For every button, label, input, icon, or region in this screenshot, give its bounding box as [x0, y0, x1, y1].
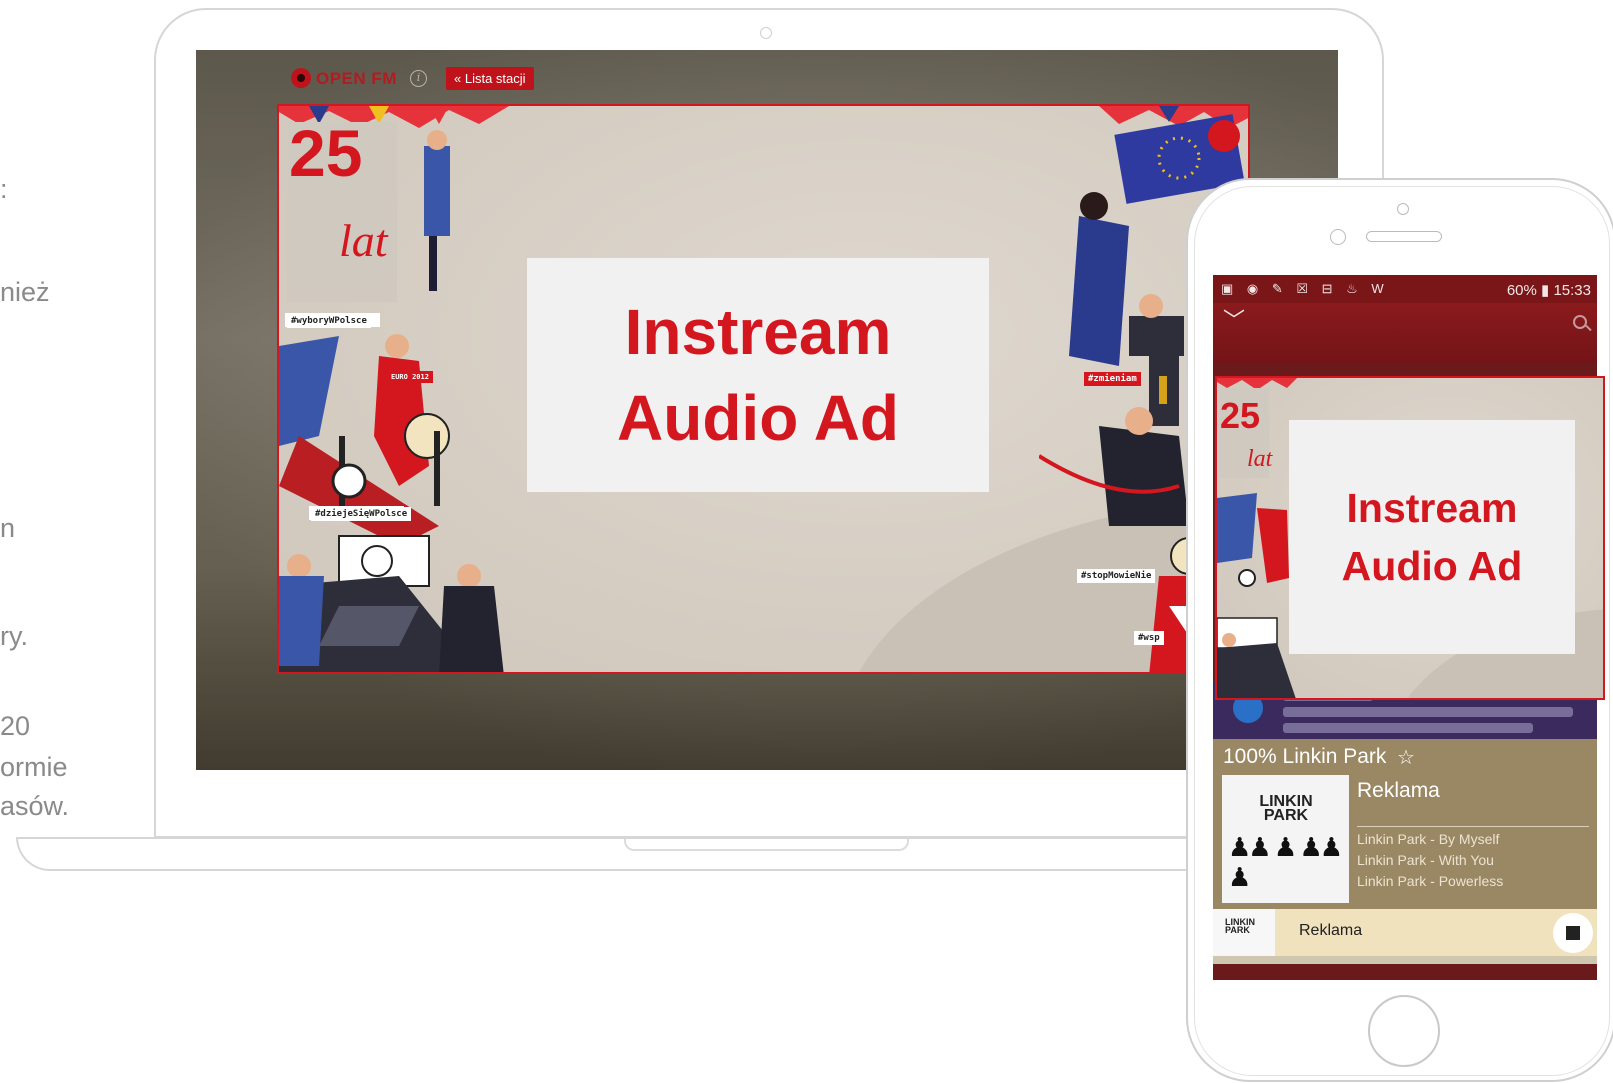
info-icon[interactable]: i	[410, 70, 427, 87]
hashtag-stop: #stopMowieNie	[1077, 569, 1156, 583]
divider	[1357, 826, 1589, 827]
ad-title-line-2: Audio Ad	[617, 382, 899, 454]
openfm-logo-icon[interactable]	[291, 68, 311, 88]
mini-player-title: Reklama	[1299, 922, 1363, 939]
mini-logo: LINKIN PARK	[1225, 917, 1255, 935]
station-list-button[interactable]: « Lista stacji	[446, 67, 534, 90]
hashtag-wsp: #wsp	[1134, 631, 1164, 645]
ad-title-line-1: Instream	[1346, 485, 1518, 531]
side-text-line-7: asów.	[0, 791, 70, 821]
album-silhouettes: ♟♟ ♟ ♟♟ ♟	[1228, 833, 1343, 893]
ad-title-line-2: Audio Ad	[1341, 543, 1523, 589]
hashtag-dzieje: #dziejeSięWPolsce	[311, 507, 412, 521]
track-item[interactable]: Linkin Park - Powerless	[1357, 873, 1503, 889]
collapse-chevron-icon[interactable]: ﹀	[1223, 311, 1245, 335]
mobile-ad-banner[interactable]: 25 lat Instream Audio Ad	[1215, 376, 1605, 700]
side-text-line-5: 20	[0, 711, 31, 741]
blur-line	[1283, 707, 1573, 717]
euro-badge: EURO 2012	[387, 371, 433, 383]
favorite-star-icon[interactable]: ☆	[1397, 745, 1415, 769]
phone-speaker	[1366, 231, 1442, 242]
ad-text-panel: Instream Audio Ad	[1289, 420, 1575, 654]
desktop-ad-banner[interactable]: 25 lat #wyboryWPolsce EURO 2012 #dziejeS…	[277, 104, 1250, 674]
track-item[interactable]: Linkin Park - With You	[1357, 852, 1494, 868]
side-text-line-3: n	[0, 513, 16, 543]
illustration-mobile: 25 lat	[1217, 378, 1297, 698]
station-panel: 100% Linkin Park ☆ LINKIN PARK ♟♟ ♟ ♟♟ ♟…	[1213, 739, 1597, 909]
illustration-left: 25 lat	[279, 106, 509, 672]
svg-text:lat: lat	[1247, 446, 1274, 472]
android-status-bar: ▣ ◉ ✎ ☒ ⊟ ♨ W 60% ▮ 15:33	[1213, 275, 1597, 303]
station-title[interactable]: 100% Linkin Park	[1223, 745, 1386, 769]
side-text-line-1: :	[0, 174, 8, 204]
phone-home-button[interactable]	[1368, 995, 1440, 1067]
laptop-camera	[760, 27, 772, 39]
phone-camera	[1397, 203, 1409, 215]
status-icons: ▣ ◉ ✎ ☒ ⊟ ♨ W	[1221, 281, 1389, 296]
hashtag-zmieniam: #zmieniam	[1084, 372, 1141, 386]
album-cover: LINKIN PARK ♟♟ ♟ ♟♟ ♟	[1222, 775, 1349, 903]
svg-text:25: 25	[289, 116, 362, 190]
album-logo: LINKIN PARK	[1259, 793, 1313, 824]
blur-line	[1283, 723, 1533, 733]
mini-thumbnail: LINKIN PARK	[1213, 909, 1275, 956]
mini-player[interactable]: LINKIN PARK Reklama	[1213, 909, 1597, 956]
search-icon[interactable]	[1573, 315, 1587, 329]
side-text-line-2: nież	[0, 277, 50, 307]
app-toolbar: ﹀	[1213, 303, 1597, 363]
hashtag-wybory: #wyboryWPolsce	[287, 314, 371, 328]
status-battery-time: 60% ▮ 15:33	[1506, 282, 1591, 299]
openfm-brand[interactable]: OPEN FM	[316, 69, 397, 89]
svg-text:lat: lat	[339, 215, 389, 266]
ad-text-panel: Instream Audio Ad	[527, 258, 989, 492]
laptop-notch	[624, 839, 909, 851]
ad-title-line-1: Instream	[624, 296, 892, 368]
side-text-line-6: ormie	[0, 752, 68, 782]
stop-button[interactable]	[1553, 913, 1593, 953]
now-playing-label: Reklama	[1357, 779, 1440, 802]
svg-text:25: 25	[1220, 395, 1260, 436]
phone-sensor	[1330, 229, 1346, 245]
side-text-line-4: ry.	[0, 621, 28, 651]
bottom-edge	[1213, 956, 1597, 964]
track-item[interactable]: Linkin Park - By Myself	[1357, 831, 1499, 847]
